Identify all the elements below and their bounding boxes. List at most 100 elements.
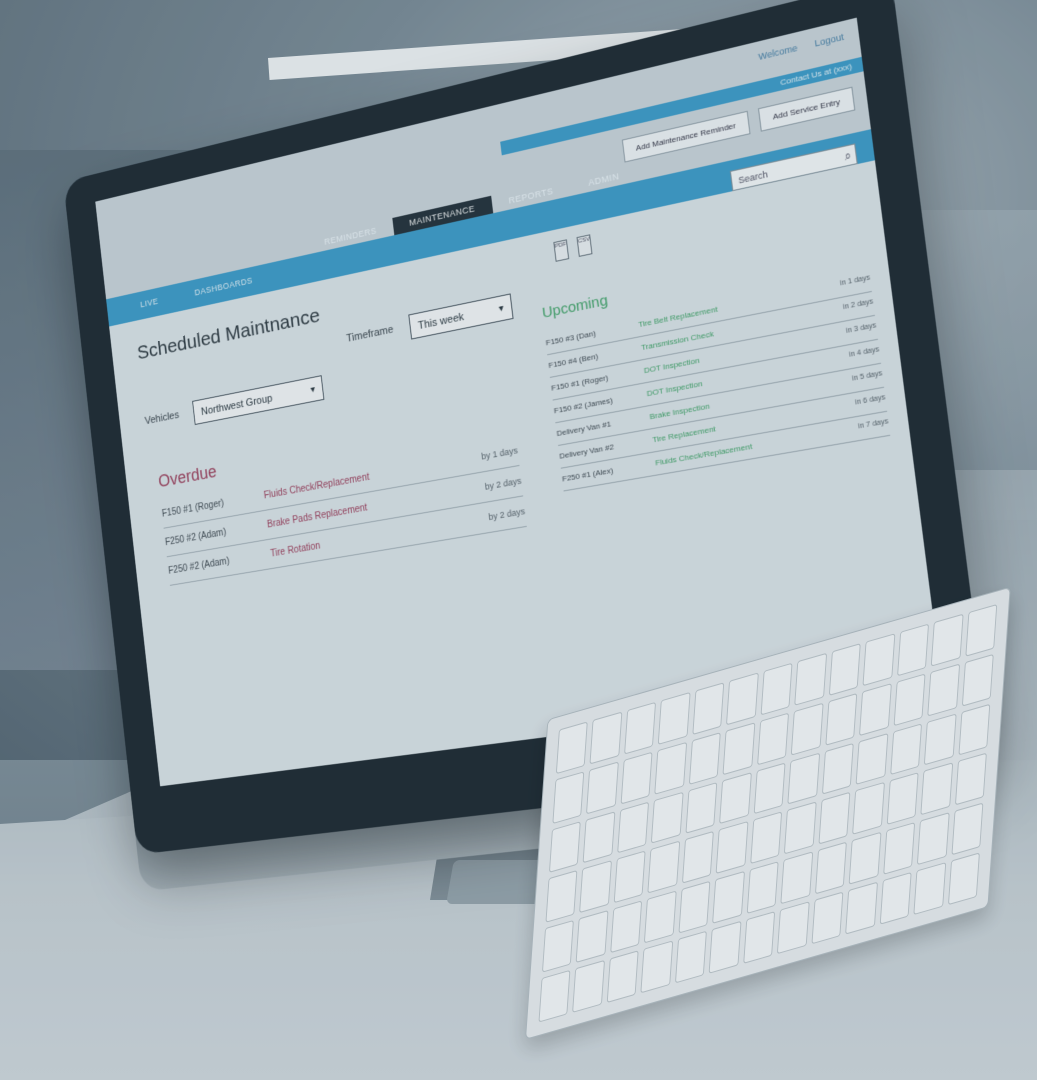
key [624, 701, 657, 755]
key [746, 861, 779, 915]
task-name[interactable]: Tire Rotation [270, 541, 321, 560]
key [862, 633, 896, 687]
key [794, 652, 827, 706]
vehicle-name: Delivery Van #1 [556, 419, 612, 439]
nav-item-live[interactable]: LIVE [140, 296, 159, 309]
key [582, 810, 616, 864]
key [848, 832, 882, 885]
key [749, 811, 783, 865]
key [947, 852, 980, 906]
vehicle-name: F150 #4 (Ben) [547, 351, 599, 371]
key [651, 791, 684, 845]
key [654, 741, 688, 795]
due-text: in 1 days [839, 274, 871, 288]
key [647, 841, 681, 894]
key [787, 752, 820, 806]
key [961, 653, 994, 707]
key [719, 771, 752, 825]
key [640, 940, 674, 994]
key [726, 672, 759, 726]
due-text: by 2 days [484, 475, 522, 492]
key [780, 851, 813, 905]
key [879, 872, 912, 925]
key [548, 820, 582, 874]
key [811, 891, 844, 945]
due-text: in 7 days [857, 418, 889, 431]
due-text: in 2 days [842, 298, 874, 312]
due-text: in 4 days [848, 346, 880, 359]
key [538, 969, 571, 1023]
key [541, 920, 575, 973]
key [964, 603, 998, 657]
key [886, 772, 919, 826]
timeframe-select[interactable]: This week ▾ [408, 293, 514, 340]
key [712, 871, 745, 925]
key [674, 930, 708, 984]
key [845, 881, 878, 935]
key [784, 801, 817, 855]
key [545, 870, 578, 924]
key [814, 841, 848, 895]
key [606, 950, 640, 1004]
key [818, 792, 851, 845]
key [916, 812, 950, 866]
key [572, 960, 605, 1013]
key [821, 742, 854, 796]
vehicles-select[interactable]: Northwest Group ▾ [192, 375, 325, 425]
key [552, 770, 585, 824]
key [957, 703, 991, 757]
vehicles-select-value: Northwest Group [200, 392, 274, 418]
key [855, 732, 889, 786]
key [644, 890, 677, 944]
export-icons: PDF CSV [553, 234, 593, 262]
task-name[interactable]: Tire Replacement [652, 424, 716, 444]
due-text: in 5 days [851, 370, 883, 383]
task-name[interactable]: Brake Inspection [649, 401, 710, 421]
search-icon[interactable]: ⌕ [843, 146, 852, 168]
key [678, 880, 711, 934]
task-name[interactable]: DOT Inspection [643, 356, 700, 376]
upcoming-heading: Upcoming [541, 291, 609, 322]
nav-item-dashboards[interactable]: DASHBOARDS [194, 275, 253, 297]
timeframe-label: Timeframe [345, 323, 395, 345]
key [685, 781, 718, 835]
vehicles-label: Vehicles [144, 409, 180, 428]
vehicle-name: F150 #1 (Roger) [161, 498, 225, 520]
task-name[interactable]: DOT Inspection [646, 379, 703, 398]
key [954, 753, 987, 806]
due-text: by 1 days [480, 445, 519, 462]
key [756, 712, 790, 766]
due-text: in 6 days [854, 393, 886, 407]
key [896, 623, 930, 677]
overdue-list: F150 #1 (Roger) Fluids Check/Replacement… [160, 435, 527, 586]
key [777, 901, 810, 955]
key [825, 692, 858, 746]
key [688, 731, 722, 785]
key [708, 920, 742, 974]
key [893, 673, 926, 726]
vehicle-name: F150 #3 (Dan) [545, 328, 597, 348]
key [913, 862, 946, 916]
vehicle-name: F250 #1 (Alex) [561, 465, 614, 484]
due-text: in 3 days [845, 322, 877, 336]
key [923, 713, 957, 766]
pdf-export-icon[interactable]: PDF [553, 239, 570, 262]
timeframe-select-value: This week [417, 311, 465, 333]
key [613, 850, 646, 904]
vehicle-name: F150 #1 (Roger) [550, 373, 609, 393]
key [722, 722, 756, 775]
key [555, 721, 589, 775]
overdue-heading: Overdue [157, 461, 218, 491]
vehicle-name: F250 #2 (Adam) [167, 556, 231, 577]
key [889, 722, 923, 776]
key [930, 613, 964, 667]
key [859, 682, 892, 736]
key [658, 691, 691, 745]
key [576, 910, 609, 964]
vehicle-name: F250 #2 (Adam) [164, 527, 227, 549]
chevron-down-icon: ▾ [498, 302, 505, 315]
csv-export-icon[interactable]: CSV [576, 234, 593, 257]
key [852, 782, 885, 836]
key [681, 831, 715, 885]
vehicle-name: Delivery Van #2 [558, 442, 615, 461]
